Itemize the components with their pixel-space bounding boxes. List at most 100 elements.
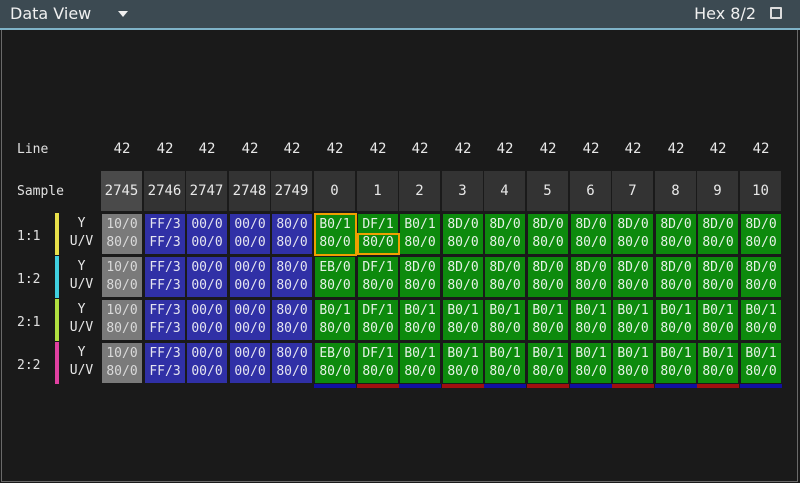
y-value: B0/1: [745, 346, 777, 361]
uv-value: 80/0: [276, 364, 308, 379]
uv-value: 80/0: [404, 278, 436, 293]
data-cell[interactable]: 80/0 80/0: [271, 342, 313, 384]
data-cell[interactable]: 8D/0 80/0: [442, 213, 484, 255]
data-cell[interactable]: B0/1 80/0: [484, 342, 526, 384]
data-cell[interactable]: FF/3 FF/3: [144, 299, 186, 341]
uv-value: 80/0: [617, 364, 649, 379]
data-cell[interactable]: 8D/0 80/0: [570, 213, 612, 255]
data-cell[interactable]: 10/0 80/0: [101, 342, 143, 384]
y-value: 00/0: [234, 260, 266, 275]
data-cell[interactable]: EB/0 80/0: [314, 342, 356, 384]
sample-number: 1: [357, 171, 399, 211]
y-value: 80/0: [276, 346, 308, 361]
uv-value: 80/0: [532, 364, 564, 379]
data-cell[interactable]: B0/1 80/0: [399, 299, 441, 341]
data-cell[interactable]: 00/0 00/0: [186, 299, 228, 341]
data-cell[interactable]: 10/0 80/0: [101, 256, 143, 298]
data-cell[interactable]: B0/1 80/0: [697, 299, 739, 341]
data-cell[interactable]: 00/0 00/0: [186, 256, 228, 298]
data-cell[interactable]: 80/0 80/0: [271, 213, 313, 255]
data-cell[interactable]: 8D/0 80/0: [527, 213, 569, 255]
data-cell[interactable]: DF/1 80/0: [357, 342, 399, 384]
uv-value: 80/0: [745, 235, 777, 250]
y-value: DF/1: [362, 217, 394, 232]
maximize-icon[interactable]: [770, 7, 782, 19]
uv-value: 80/0: [362, 278, 394, 293]
uv-value: 80/0: [106, 278, 138, 293]
data-cell[interactable]: 10/0 80/0: [101, 213, 143, 255]
data-cell[interactable]: 80/0 80/0: [271, 299, 313, 341]
y-value: B0/1: [702, 303, 734, 318]
data-cell[interactable]: 00/0 00/0: [229, 256, 271, 298]
data-cell[interactable]: 00/0 00/0: [229, 299, 271, 341]
row-label: 2:1: [17, 315, 41, 330]
data-cell[interactable]: FF/3 FF/3: [144, 342, 186, 384]
data-cell[interactable]: B0/1 80/0: [399, 213, 441, 255]
line-header-label: Line: [17, 142, 49, 157]
data-cell[interactable]: B0/1 80/0: [697, 342, 739, 384]
data-cell[interactable]: EB/0 80/0: [314, 256, 356, 298]
data-cell[interactable]: B0/1 80/0: [570, 342, 612, 384]
data-cell[interactable]: B0/1 80/0: [655, 342, 697, 384]
data-cell[interactable]: 80/0 80/0: [271, 256, 313, 298]
data-cell[interactable]: B0/1 80/0: [314, 299, 356, 341]
line-number: 42: [241, 141, 259, 157]
y-value: B0/1: [575, 346, 607, 361]
data-cell[interactable]: 00/0 00/0: [229, 213, 271, 255]
sample-number: 2747: [186, 171, 228, 211]
uv-value: FF/3: [149, 364, 181, 379]
line-number: 42: [582, 141, 600, 157]
data-cell[interactable]: 8D/0 80/0: [612, 256, 654, 298]
y-value: 8D/0: [660, 217, 692, 232]
data-cell[interactable]: B0/1 80/0: [612, 342, 654, 384]
data-cell[interactable]: 8D/0 80/0: [484, 213, 526, 255]
data-cell[interactable]: B0/1 80/0: [484, 299, 526, 341]
data-cell[interactable]: 00/0 00/0: [186, 342, 228, 384]
data-cell[interactable]: B0/1 80/0: [442, 299, 484, 341]
uv-label: U/V: [69, 320, 94, 335]
uv-value: 80/0: [489, 235, 521, 250]
data-cell[interactable]: B0/1 80/0: [527, 342, 569, 384]
data-cell[interactable]: B0/1 80/0: [655, 299, 697, 341]
data-cell[interactable]: 8D/0 80/0: [697, 256, 739, 298]
data-cell[interactable]: 8D/0 80/0: [484, 256, 526, 298]
data-cell[interactable]: 8D/0 80/0: [527, 256, 569, 298]
data-cell[interactable]: 8D/0 80/0: [655, 213, 697, 255]
data-cell[interactable]: FF/3 FF/3: [144, 256, 186, 298]
data-cell[interactable]: 8D/0 80/0: [740, 256, 782, 298]
data-cell[interactable]: 8D/0 80/0: [399, 256, 441, 298]
y-value: FF/3: [149, 217, 181, 232]
data-cell[interactable]: B0/1 80/0: [612, 299, 654, 341]
data-cell[interactable]: B0/1 80/0: [740, 342, 782, 384]
data-cell[interactable]: 8D/0 80/0: [697, 213, 739, 255]
data-cell[interactable]: 10/0 80/0: [101, 299, 143, 341]
data-cell[interactable]: 00/0 00/0: [229, 342, 271, 384]
display-mode-label[interactable]: Hex 8/2: [694, 4, 756, 23]
data-cell[interactable]: B0/1 80/0: [442, 342, 484, 384]
uv-value: FF/3: [149, 235, 181, 250]
data-cell[interactable]: B0/1 80/0: [527, 299, 569, 341]
y-value: 00/0: [234, 217, 266, 232]
y-value: 8D/0: [489, 217, 521, 232]
data-cell[interactable]: 8D/0 80/0: [612, 213, 654, 255]
chevron-down-icon[interactable]: [118, 11, 128, 17]
uv-value: 80/0: [362, 321, 394, 336]
y-value: 8D/0: [702, 217, 734, 232]
line-number: 42: [624, 141, 642, 157]
data-cell[interactable]: B0/1 80/0: [740, 299, 782, 341]
data-cell[interactable]: 8D/0 80/0: [655, 256, 697, 298]
y-value: 10/0: [106, 303, 138, 318]
data-cell[interactable]: 8D/0 80/0: [740, 213, 782, 255]
sample-number: 2746: [144, 171, 186, 211]
data-cell[interactable]: 8D/0 80/0: [442, 256, 484, 298]
y-value: 10/0: [106, 217, 138, 232]
data-cell[interactable]: FF/3 FF/3: [144, 213, 186, 255]
data-cell[interactable]: DF/1 80/0: [357, 256, 399, 298]
data-cell[interactable]: DF/1 80/0: [357, 299, 399, 341]
data-cell[interactable]: B0/1 80/0: [570, 299, 612, 341]
y-value: 00/0: [191, 303, 223, 318]
y-value: B0/1: [447, 346, 479, 361]
data-cell[interactable]: 00/0 00/0: [186, 213, 228, 255]
data-cell[interactable]: 8D/0 80/0: [570, 256, 612, 298]
data-cell[interactable]: B0/1 80/0: [399, 342, 441, 384]
